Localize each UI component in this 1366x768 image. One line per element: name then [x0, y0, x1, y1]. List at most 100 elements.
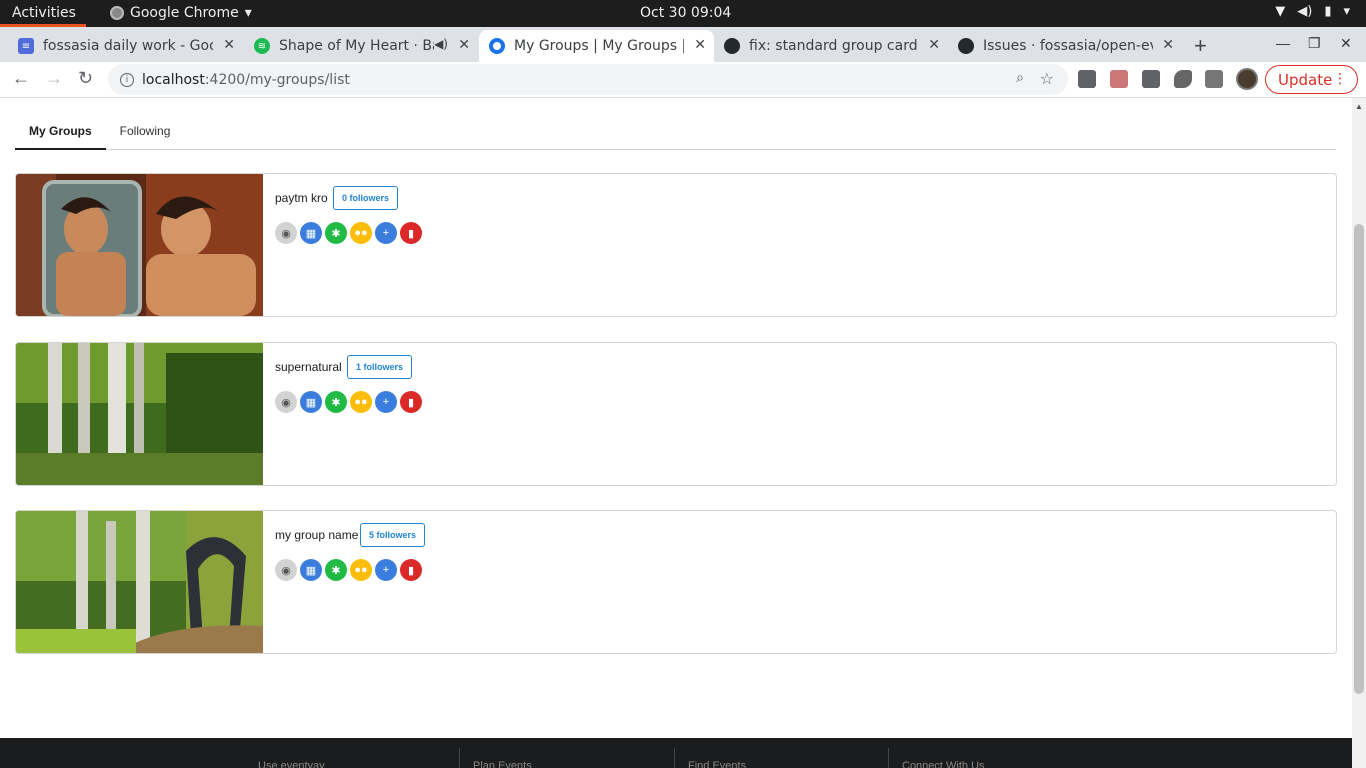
chevron-down-icon: ▾ [1343, 4, 1350, 19]
browser-tab-active[interactable]: My Groups | My Groups | e ✕ [479, 30, 714, 62]
app-menu-label: Google Chrome [130, 5, 239, 21]
tab-title: Shape of My Heart · Ba [279, 38, 434, 54]
group-image [16, 511, 263, 653]
group-card: paytm kro 0 followers ◉ ▦ ✱ ●● + ▮ [15, 173, 1337, 317]
group-actions: ◉ ▦ ✱ ●● + ▮ [275, 222, 422, 244]
close-icon[interactable]: ✕ [458, 37, 470, 53]
tab-title: fix: standard group card · [749, 38, 919, 54]
group-name[interactable]: paytm kro [275, 191, 328, 205]
close-icon[interactable]: ✕ [223, 37, 235, 53]
qr-extension-icon[interactable] [1078, 70, 1096, 88]
forward-icon[interactable]: → [45, 68, 63, 89]
close-icon[interactable]: ✕ [1162, 37, 1174, 53]
tab-following[interactable]: Following [106, 120, 185, 150]
chrome-icon [110, 6, 124, 20]
battery-icon: ▮ [1324, 4, 1332, 19]
system-top-bar: Activities Google Chrome ▾ Oct 30 09:04 … [0, 0, 1366, 27]
group-name[interactable]: supernatural [275, 360, 342, 374]
trash-icon[interactable]: ▮ [400, 391, 422, 413]
add-user-icon[interactable]: + [375, 391, 397, 413]
browser-tab[interactable]: ≡ fossasia daily work - Goog ✕ [8, 30, 243, 62]
followers-badge[interactable]: 0 followers [333, 186, 399, 210]
more-icon: ⋮ [1333, 71, 1347, 87]
update-button[interactable]: Update ⋮ [1265, 65, 1358, 94]
zoom-icon[interactable]: ⌕ [1016, 70, 1024, 86]
browser-toolbar: ← → ↻ i localhost:4200/my-groups/list ⌕ … [0, 62, 1366, 98]
cast-extension-icon[interactable] [1110, 70, 1128, 88]
browser-tab[interactable]: ≋ Shape of My Heart · Ba ◀) ✕ [244, 30, 478, 62]
tab-strip: ≡ fossasia daily work - Goog ✕ ≋ Shape o… [0, 27, 1366, 62]
calendar-icon[interactable]: ▦ [300, 559, 322, 581]
new-tab-button[interactable]: + [1194, 33, 1207, 59]
scroll-up-icon[interactable]: ▲ [1355, 102, 1363, 111]
system-tray[interactable]: ▼ ◀) ▮ ▾ [1275, 4, 1350, 19]
add-user-icon[interactable]: + [375, 222, 397, 244]
system-clock[interactable]: Oct 30 09:04 [640, 5, 731, 21]
tab-title: Issues · fossasia/open-ev [983, 38, 1153, 54]
browser-tab[interactable]: fix: standard group card · ✕ [714, 30, 948, 62]
reload-icon[interactable]: ↻ [78, 68, 93, 89]
users-icon[interactable]: ●● [350, 222, 372, 244]
window-close-icon[interactable]: ✕ [1340, 35, 1352, 52]
close-icon[interactable]: ✕ [928, 37, 940, 53]
trash-icon[interactable]: ▮ [400, 559, 422, 581]
view-icon[interactable]: ◉ [275, 559, 297, 581]
groups-tab-menu: My Groups Following [15, 120, 1336, 150]
puzzle-icon[interactable] [1174, 70, 1192, 88]
group-card: supernatural 1 followers ◉ ▦ ✱ ●● + ▮ [15, 342, 1337, 486]
activities-button[interactable]: Activities [12, 5, 76, 21]
page-viewport: My Groups Following paytm kro 0 follower… [0, 98, 1352, 768]
update-label: Update [1278, 70, 1333, 89]
avatar[interactable] [1236, 68, 1258, 90]
gear-icon[interactable]: ✱ [325, 391, 347, 413]
scrollbar-thumb[interactable] [1354, 224, 1364, 694]
close-icon[interactable]: ✕ [694, 37, 706, 53]
gear-icon[interactable]: ✱ [325, 222, 347, 244]
group-actions: ◉ ▦ ✱ ●● + ▮ [275, 391, 422, 413]
users-icon[interactable]: ●● [350, 391, 372, 413]
followers-badge[interactable]: 1 followers [347, 355, 413, 379]
tab-my-groups[interactable]: My Groups [15, 120, 106, 150]
app-menu[interactable]: Google Chrome ▾ [110, 5, 252, 21]
page-footer: Use eventyay Plan Events Find Events Con… [0, 738, 1352, 768]
gear-icon[interactable]: ✱ [325, 559, 347, 581]
star-icon[interactable]: ☆ [1040, 69, 1054, 88]
info-icon[interactable]: i [120, 72, 134, 87]
back-icon[interactable]: ← [12, 68, 30, 89]
minimize-icon[interactable]: — [1276, 35, 1290, 51]
speaker-icon: ◀) [434, 37, 448, 51]
footer-find-events[interactable]: Find Events [688, 760, 746, 768]
footer-plan-events[interactable]: Plan Events [473, 760, 532, 768]
group-name[interactable]: my group name [275, 528, 358, 542]
wifi-icon: ▼ [1275, 4, 1286, 19]
page-scrollbar[interactable]: ▲ [1352, 98, 1366, 768]
restore-icon[interactable]: ❐ [1308, 35, 1321, 52]
docs-icon: ≡ [18, 38, 34, 54]
media-icon[interactable] [1205, 70, 1223, 88]
volume-icon: ◀) [1297, 4, 1313, 19]
site-icon [489, 38, 505, 54]
view-icon[interactable]: ◉ [275, 391, 297, 413]
group-image [16, 174, 263, 316]
url-path: :4200/my-groups/list [204, 71, 350, 88]
footer-separator [459, 748, 460, 768]
trash-icon[interactable]: ▮ [400, 222, 422, 244]
og-extension-icon[interactable] [1142, 70, 1160, 88]
footer-use-eventyay[interactable]: Use eventyay [258, 760, 325, 768]
view-icon[interactable]: ◉ [275, 222, 297, 244]
address-bar[interactable]: i localhost:4200/my-groups/list ⌕ ☆ [108, 64, 1068, 95]
browser-tab[interactable]: Issues · fossasia/open-ev ✕ [948, 30, 1182, 62]
footer-connect[interactable]: Connect With Us [902, 760, 985, 768]
url-host: localhost [142, 71, 205, 88]
group-image [16, 343, 263, 485]
group-card: my group name 5 followers ◉ ▦ ✱ ●● + ▮ [15, 510, 1337, 654]
users-icon[interactable]: ●● [350, 559, 372, 581]
add-user-icon[interactable]: + [375, 559, 397, 581]
tab-title: My Groups | My Groups | e [514, 38, 684, 54]
tab-title: fossasia daily work - Goog [43, 38, 213, 54]
calendar-icon[interactable]: ▦ [300, 391, 322, 413]
footer-separator [888, 748, 889, 768]
calendar-icon[interactable]: ▦ [300, 222, 322, 244]
spotify-icon: ≋ [254, 38, 270, 54]
followers-badge[interactable]: 5 followers [360, 523, 426, 547]
